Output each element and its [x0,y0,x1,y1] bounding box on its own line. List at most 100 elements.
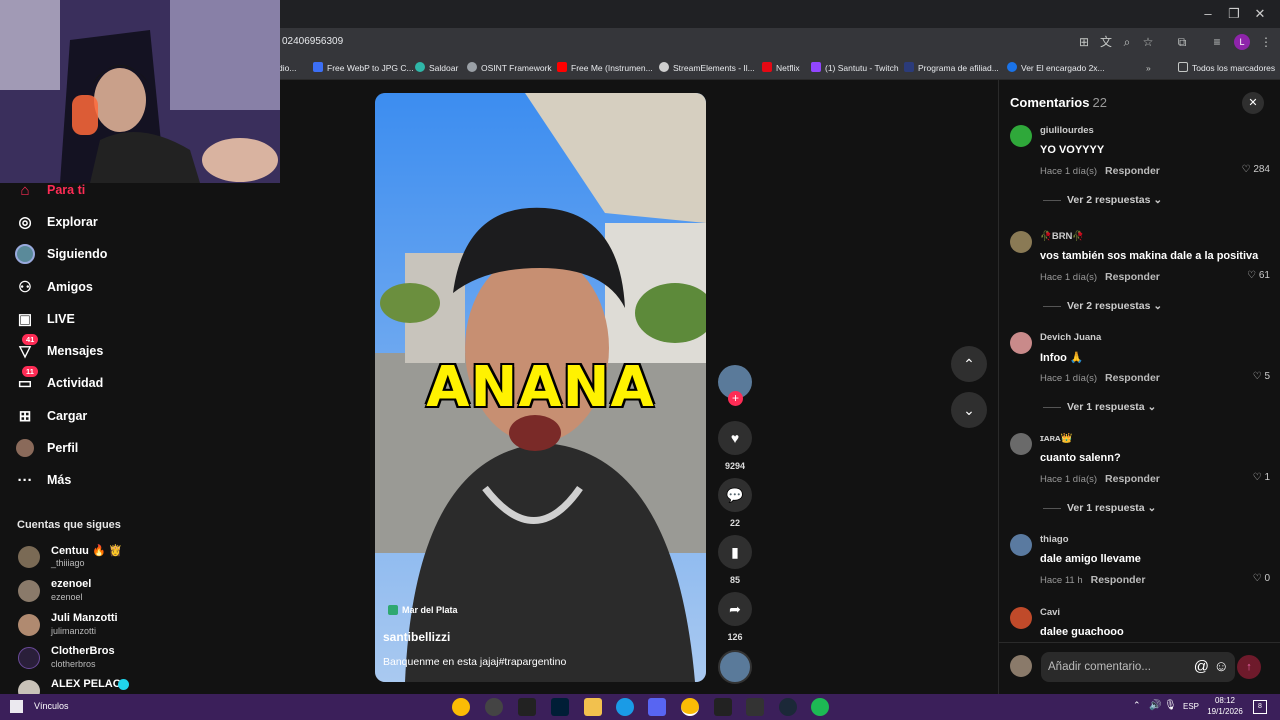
notification-icon[interactable]: 8 [1253,700,1267,714]
comment-like-button[interactable]: ♡ 61 [1247,270,1270,281]
bookmark-item[interactable]: Saldoar [415,61,458,75]
comment-item: ɪᴀʀᴀ👑 cuanto salenn? Hace 1 día(s) Respon… [1010,433,1270,523]
avatar[interactable] [1010,433,1032,455]
chrome-active-icon[interactable] [681,698,699,716]
sidebar-item-actividad[interactable]: ▭ 11 Actividad [14,366,103,395]
heart-icon[interactable]: ♥ [718,421,752,455]
emoji-icon[interactable]: ☺ [1214,652,1229,682]
file-explorer-icon[interactable] [584,698,602,716]
bookmark-item[interactable]: Free WebP to JPG C... [313,61,414,75]
reply-button[interactable]: Responder [1105,271,1160,283]
capcut-icon[interactable] [714,698,732,716]
close-window-icon[interactable]: ✕ [1252,6,1268,22]
star-icon[interactable]: ☆ [1141,35,1155,49]
followed-account[interactable]: ClotherBros clotherbros [18,645,198,675]
clock-date[interactable]: 19/1/2026 [1200,707,1250,716]
bookmarks-overflow-icon[interactable]: » [1146,61,1151,75]
like-action[interactable]: ♥ 9294 [718,421,752,471]
view-replies-button[interactable]: Ver 2 respuestas ⌄ [1043,194,1162,206]
sidebar-item-explorar[interactable]: ◎ Explorar [14,210,97,234]
followed-account[interactable]: Juli Manzotti julimanzotti [18,612,198,642]
bookmark-item[interactable]: StreamElements - Il... [659,61,755,75]
view-replies-button[interactable]: Ver 1 respuesta ⌄ [1043,401,1156,413]
bookmark-item[interactable]: Ver El encargado 2x... [1007,61,1105,75]
avatar[interactable] [1010,332,1032,354]
edge-icon[interactable] [616,698,634,716]
view-replies-button[interactable]: Ver 1 respuesta ⌄ [1043,502,1156,514]
sidebar-item-cargar[interactable]: ⊞ Cargar [14,404,88,428]
view-replies-button[interactable]: Ver 2 respuestas ⌄ [1043,300,1162,312]
bookmark-item[interactable]: OSINT Framework [467,61,552,75]
tray-chevron-icon[interactable]: ⌃ [1133,700,1141,711]
microphone-icon[interactable]: 🎙 [1164,700,1177,711]
music-avatar[interactable] [718,650,752,684]
clock-time[interactable]: 08:12 [1205,696,1245,705]
sidebar-item-mas[interactable]: ··· Más [14,468,72,492]
minimize-icon[interactable]: – [1200,6,1216,22]
media-icon[interactable]: ≡ [1210,35,1224,49]
bookmark-item[interactable]: (1) Santutu - Twitch [811,61,899,75]
save-action[interactable]: ▮ 85 [718,535,752,585]
reply-button[interactable]: Responder [1105,473,1160,485]
share-icon[interactable]: ➦ [718,592,752,626]
sidebar-item-perfil[interactable]: Perfil [14,436,78,460]
restore-icon[interactable]: ❐ [1226,6,1242,22]
bookmark-item[interactable]: Netflix [762,61,800,75]
avatar[interactable] [1010,534,1032,556]
comment-like-button[interactable]: ♡ 5 [1253,371,1270,382]
mention-icon[interactable]: @ [1194,652,1209,682]
followed-account[interactable]: ezenoel ezenoel [18,578,198,608]
avatar[interactable] [1010,231,1032,253]
reply-button[interactable]: Responder [1105,165,1160,177]
menu-dots-icon[interactable]: ⋮ [1259,35,1273,49]
avatar[interactable] [1010,125,1032,147]
windows-start-icon[interactable] [10,700,23,713]
post-comment-button[interactable]: ↑ [1237,655,1261,679]
url-text[interactable]: 02406956309 [282,36,343,47]
install-app-icon[interactable]: ⊞ [1077,35,1091,49]
comment-like-button[interactable]: ♡ 0 [1253,573,1270,584]
sidebar-item-siguiendo[interactable]: Siguiendo [14,242,107,266]
links-toolbar[interactable]: Vínculos [34,701,69,711]
sidebar-item-amigos[interactable]: ⚇ Amigos [14,275,93,299]
epic-games-icon[interactable] [746,698,764,716]
discord-icon[interactable] [648,698,666,716]
close-comments-button[interactable]: ✕ [1242,92,1264,114]
author-avatar-button[interactable]: + [718,365,752,406]
zoom-icon[interactable]: ⌕ [1120,35,1134,49]
avatar[interactable] [1010,607,1032,629]
comment-action[interactable]: 💬 22 [718,478,752,528]
photoshop-icon[interactable] [551,698,569,716]
extensions-icon[interactable]: ⧉ [1175,35,1189,49]
comment-icon[interactable]: 💬 [718,478,752,512]
all-bookmarks-button[interactable]: Todos los marcadores [1178,61,1275,75]
bookmark-item[interactable]: Free Me (Instrumen... [557,61,653,75]
comment-like-button[interactable]: ♡ 1 [1253,472,1270,483]
comment-input[interactable]: Añadir comentario... @ ☺ [1041,652,1235,682]
location-tag[interactable]: Mar del Plata [388,605,458,615]
volume-icon[interactable]: 🔊 [1149,700,1161,711]
bookmark-item[interactable]: Programa de afiliad... [904,61,999,75]
profile-avatar[interactable]: L [1234,34,1250,50]
previous-video-button[interactable]: ⌃ [951,346,987,382]
share-action[interactable]: ➦ 126 [718,592,752,642]
comment-like-button[interactable]: ♡ 284 [1242,164,1270,175]
follow-plus-icon[interactable]: + [728,391,743,406]
video-player[interactable]: ANANA Mar del Plata santibellizzi Banque… [375,93,706,682]
video-author[interactable]: santibellizzi [383,630,450,644]
bookmark-icon[interactable]: ▮ [718,535,752,569]
steam-icon[interactable] [779,698,797,716]
translate-icon[interactable]: 文 [1099,35,1113,49]
language-indicator[interactable]: ESP [1183,702,1199,711]
followed-account[interactable]: Centuu 🔥 👸 _thiiiago [18,544,198,574]
bookmark-item[interactable]: dio... [278,61,296,75]
sidebar-item-live[interactable]: ▣ LIVE [14,307,75,331]
reply-button[interactable]: Responder [1105,372,1160,384]
capcut-icon[interactable] [518,698,536,716]
sidebar-item-mensajes[interactable]: ▽ 41 Mensajes [14,334,103,363]
chrome-icon[interactable] [452,698,470,716]
reply-button[interactable]: Responder [1091,574,1146,586]
next-video-button[interactable]: ⌄ [951,392,987,428]
obs-icon[interactable] [485,698,503,716]
spotify-icon[interactable] [811,698,829,716]
